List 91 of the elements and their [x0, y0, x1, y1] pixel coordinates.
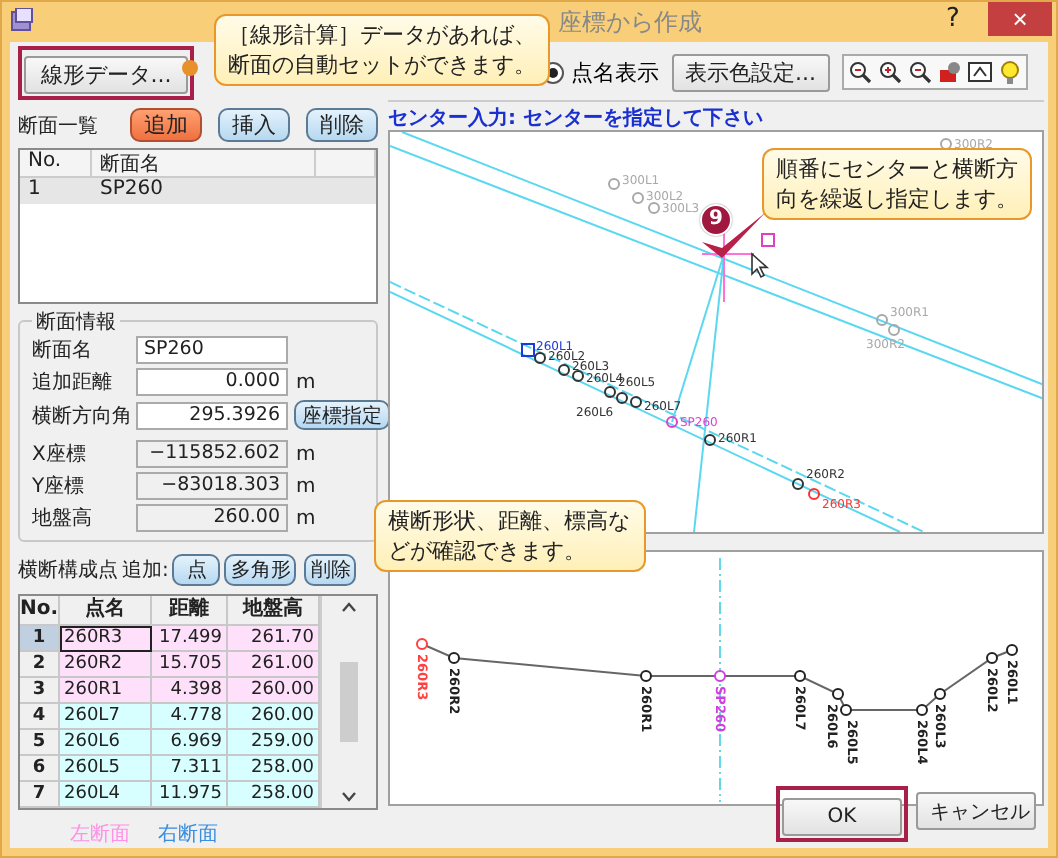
- points-button[interactable]: 多角形: [224, 554, 297, 586]
- input-field[interactable]: 295.3926: [136, 401, 288, 429]
- table-cell: 258.00: [228, 756, 320, 782]
- check-mark-icon: [702, 212, 766, 258]
- color-settings-button[interactable]: 表示色設定...: [671, 53, 830, 91]
- group-title: 断面情報: [32, 308, 120, 336]
- field-label: Y座標: [32, 473, 87, 500]
- input-field: −83018.303: [136, 472, 288, 500]
- table-cell: 261.00: [228, 652, 320, 678]
- row-number[interactable]: 1: [20, 626, 60, 652]
- add-label: 追加:: [122, 557, 169, 584]
- dialog-button[interactable]: OK: [782, 798, 902, 836]
- input-field: 260.00: [136, 504, 288, 532]
- table-cell: 4.398: [152, 678, 228, 704]
- field-label: 追加距離: [32, 369, 114, 396]
- table-cell: 260L4: [60, 782, 152, 808]
- scroll-down-icon[interactable]: [342, 792, 356, 802]
- column-header: 点名: [60, 596, 152, 626]
- column-header: 地盤高: [228, 596, 320, 626]
- table-cell: 260.00: [228, 704, 320, 730]
- callout-text: ［線形計算］データがあれば、: [228, 20, 536, 50]
- row-number[interactable]: 5: [20, 730, 60, 756]
- unit-label: m: [296, 371, 318, 393]
- list-button[interactable]: 挿入: [218, 108, 290, 142]
- points-button[interactable]: 削除: [304, 554, 357, 586]
- zoom-out-icon[interactable]: [906, 58, 934, 86]
- section-row[interactable]: 1 SP260: [20, 178, 376, 204]
- table-cell: 260L6: [60, 730, 152, 756]
- callout-text: 向を繰返し指定します。: [776, 184, 1018, 214]
- table-cell-text: SP260: [98, 178, 165, 204]
- row-number[interactable]: 2: [20, 652, 60, 678]
- table-cell: 260R1: [60, 678, 152, 704]
- table-cell: 260L5: [60, 756, 152, 782]
- zoom-fit-icon[interactable]: [846, 58, 874, 86]
- unit-label: m: [296, 475, 318, 497]
- row-number[interactable]: 7: [20, 782, 60, 808]
- table-cell: 4.778: [152, 704, 228, 730]
- scrollbar-thumb[interactable]: [340, 662, 358, 742]
- legend-label: 右断面: [158, 821, 218, 848]
- points-button[interactable]: 点: [172, 554, 221, 586]
- table-cell: 15.705: [152, 652, 228, 678]
- unit-label: m: [296, 507, 318, 529]
- table-cell: 258.00: [228, 782, 320, 808]
- column-header: 距離: [152, 596, 228, 626]
- field-label: 地盤高: [32, 505, 94, 532]
- column-header: No.: [20, 596, 60, 626]
- table-cell: 11.975: [152, 782, 228, 808]
- section-list-title: 断面一覧: [18, 113, 98, 139]
- table-cell: 260L7: [60, 704, 152, 730]
- input-field[interactable]: SP260: [136, 336, 288, 364]
- zoom-in-icon[interactable]: [876, 58, 904, 86]
- window-title: 座標から作成: [558, 6, 702, 40]
- table-cell: 259.00: [228, 730, 320, 756]
- table-cell: 6.969: [152, 730, 228, 756]
- table-cell: 17.499: [152, 626, 228, 652]
- close-button[interactable]: ×: [988, 2, 1052, 36]
- table-cell-text: 1: [26, 178, 43, 204]
- scroll-up-icon[interactable]: [342, 602, 356, 612]
- step-badge: 9: [700, 204, 732, 236]
- column-header: 断面名: [92, 150, 316, 176]
- field-label: X座標: [32, 441, 88, 468]
- table-cell: 7.311: [152, 756, 228, 782]
- column-header: No.: [20, 150, 92, 176]
- frame-icon[interactable]: [966, 58, 994, 86]
- unit-label: m: [296, 443, 318, 465]
- callout-text: 断面の自動セットができます。: [228, 50, 536, 80]
- table-cell: 260R2: [60, 652, 152, 678]
- points-title: 横断構成点: [18, 557, 118, 584]
- coordinate-button[interactable]: 座標指定: [294, 400, 390, 430]
- row-number[interactable]: 3: [20, 678, 60, 704]
- app-icon: [10, 8, 34, 32]
- list-button[interactable]: 削除: [306, 108, 378, 142]
- input-field[interactable]: 0.000: [136, 368, 288, 396]
- callout-text: 横断形状、距離、標高な: [388, 506, 632, 536]
- target-marker-icon: [761, 233, 775, 247]
- row-number[interactable]: 6: [20, 756, 60, 782]
- cursor-icon: [751, 252, 770, 279]
- alignment-data-button[interactable]: 線形データ...: [24, 55, 188, 93]
- table-cell: 261.70: [228, 626, 320, 652]
- list-button[interactable]: 追加: [130, 108, 202, 142]
- help-button[interactable]: ?: [946, 4, 960, 34]
- dialog-button[interactable]: キャンセル: [916, 792, 1036, 830]
- table-cell: 260R3: [60, 626, 152, 652]
- callout-text: どが確認できます。: [388, 536, 588, 566]
- callout-text: 順番にセンターと横断方: [776, 154, 1018, 184]
- legend-label: 左断面: [70, 821, 130, 848]
- input-field: −115852.602: [136, 440, 288, 468]
- field-label: 断面名: [32, 337, 94, 364]
- field-label: 横断方向角: [32, 403, 134, 429]
- table-cell: 260.00: [228, 678, 320, 704]
- row-number[interactable]: 4: [20, 704, 60, 730]
